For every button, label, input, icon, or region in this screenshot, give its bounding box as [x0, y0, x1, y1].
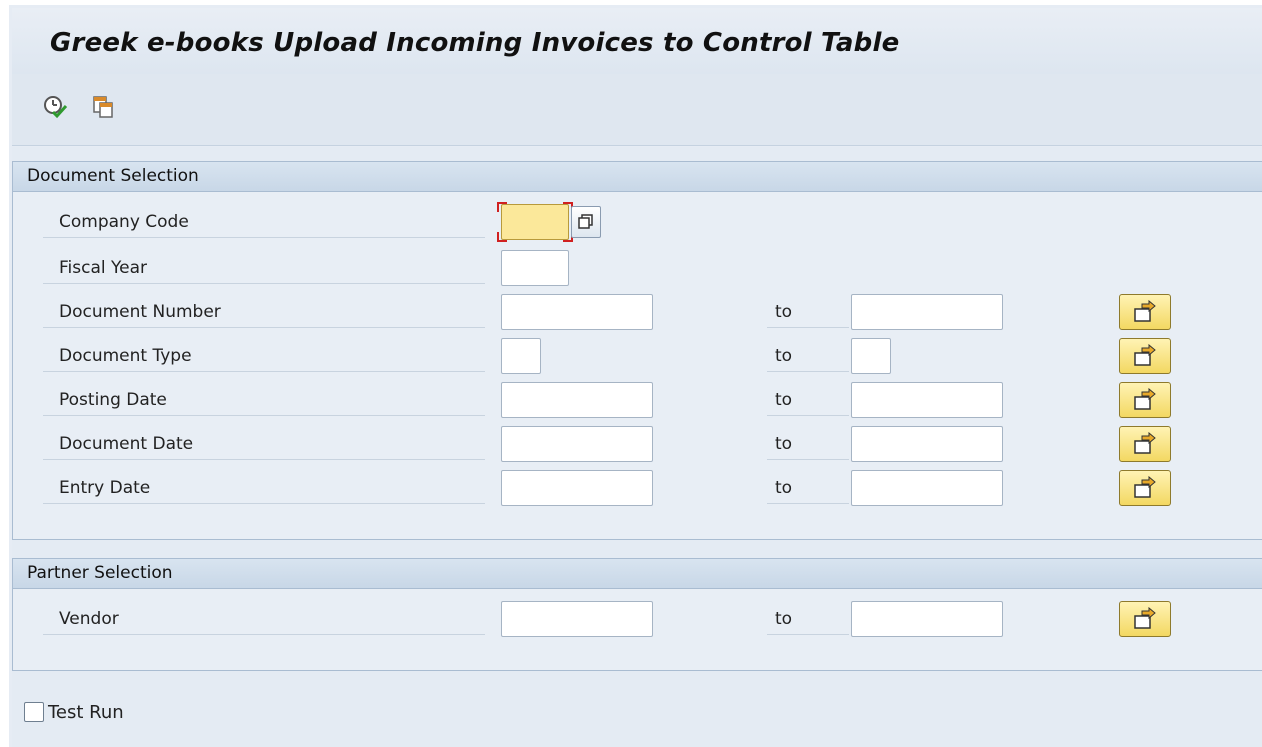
document-number-to-label: to	[767, 298, 849, 328]
multiple-selection-arrow-icon	[1134, 300, 1156, 322]
posting-date-from-field[interactable]	[501, 382, 653, 418]
document-date-from-field[interactable]	[501, 426, 653, 462]
fiscal-year-field[interactable]	[501, 250, 569, 286]
document-date-to-input[interactable]	[852, 427, 1002, 461]
entry-date-to-field[interactable]	[851, 470, 1003, 506]
entry-date-multiple-selection-button[interactable]	[1119, 470, 1171, 506]
multiple-selection-arrow-icon	[1134, 476, 1156, 498]
document-number-from-field[interactable]	[501, 294, 653, 330]
posting-date-label: Posting Date	[43, 386, 485, 416]
test-run-option: Test Run	[24, 697, 124, 727]
get-variant-button[interactable]	[88, 92, 118, 122]
document-number-to-input[interactable]	[852, 295, 1002, 329]
document-number-to-field[interactable]	[851, 294, 1003, 330]
company-code-row: Company Code	[13, 202, 1262, 242]
title-bar: Greek e-books Upload Incoming Invoices t…	[12, 8, 1262, 74]
company-code-value-help-button[interactable]	[571, 206, 601, 238]
vendor-to-input[interactable]	[852, 602, 1002, 636]
vendor-row: Vendor to	[13, 601, 1262, 637]
focus-corner-bl	[497, 232, 507, 242]
execute-button[interactable]	[40, 92, 70, 122]
posting-date-to-field[interactable]	[851, 382, 1003, 418]
entry-date-label: Entry Date	[43, 474, 485, 504]
document-date-label: Document Date	[43, 430, 485, 460]
document-type-from-field[interactable]	[501, 338, 541, 374]
entry-date-to-label: to	[767, 474, 849, 504]
document-number-multiple-selection-button[interactable]	[1119, 294, 1171, 330]
company-code-field[interactable]	[501, 204, 569, 240]
document-date-to-label: to	[767, 430, 849, 460]
document-type-to-input[interactable]	[852, 339, 890, 373]
posting-date-from-input[interactable]	[502, 383, 652, 417]
page-title: Greek e-books Upload Incoming Invoices t…	[50, 28, 900, 58]
document-selection-group: Document Selection Company Code Fiscal Y…	[12, 161, 1262, 540]
execute-clock-check-icon	[44, 96, 68, 119]
group-header: Partner Selection	[13, 559, 1262, 589]
vendor-from-field[interactable]	[501, 601, 653, 637]
document-type-to-label: to	[767, 342, 849, 372]
multiple-selection-arrow-icon	[1134, 388, 1156, 410]
company-code-input[interactable]	[502, 205, 568, 239]
multiple-selection-arrow-icon	[1134, 344, 1156, 366]
multiple-selection-arrow-icon	[1134, 607, 1156, 629]
document-number-label: Document Number	[43, 298, 485, 328]
document-date-from-input[interactable]	[502, 427, 652, 461]
fiscal-year-row: Fiscal Year	[13, 250, 1262, 286]
vendor-from-input[interactable]	[502, 602, 652, 636]
vendor-multiple-selection-button[interactable]	[1119, 601, 1171, 637]
document-number-row: Document Number to	[13, 294, 1262, 330]
focus-corner-tl	[497, 202, 507, 212]
vendor-to-field[interactable]	[851, 601, 1003, 637]
document-type-row: Document Type to	[13, 338, 1262, 374]
entry-date-from-field[interactable]	[501, 470, 653, 506]
entry-date-row: Entry Date to	[13, 470, 1262, 506]
fiscal-year-label: Fiscal Year	[43, 254, 485, 284]
document-type-label: Document Type	[43, 342, 485, 372]
document-type-from-input[interactable]	[502, 339, 540, 373]
posting-date-to-label: to	[767, 386, 849, 416]
document-number-from-input[interactable]	[502, 295, 652, 329]
posting-date-multiple-selection-button[interactable]	[1119, 382, 1171, 418]
multiple-selection-arrow-icon	[1134, 432, 1156, 454]
entry-date-from-input[interactable]	[502, 471, 652, 505]
posting-date-row: Posting Date to	[13, 382, 1262, 418]
get-variant-icon	[93, 96, 113, 118]
fiscal-year-input[interactable]	[502, 251, 568, 285]
company-code-label: Company Code	[43, 208, 485, 238]
posting-date-to-input[interactable]	[852, 383, 1002, 417]
test-run-label: Test Run	[48, 701, 124, 723]
value-help-icon	[578, 214, 593, 229]
document-type-to-field[interactable]	[851, 338, 891, 374]
application-toolbar	[12, 74, 1262, 146]
document-date-to-field[interactable]	[851, 426, 1003, 462]
vendor-to-label: to	[767, 605, 849, 635]
test-run-checkbox[interactable]	[24, 702, 44, 722]
group-header: Document Selection	[13, 162, 1262, 192]
document-date-multiple-selection-button[interactable]	[1119, 426, 1171, 462]
document-date-row: Document Date to	[13, 426, 1262, 462]
partner-selection-group: Partner Selection Vendor to	[12, 558, 1262, 671]
document-type-multiple-selection-button[interactable]	[1119, 338, 1171, 374]
vendor-label: Vendor	[43, 605, 485, 635]
entry-date-to-input[interactable]	[852, 471, 1002, 505]
